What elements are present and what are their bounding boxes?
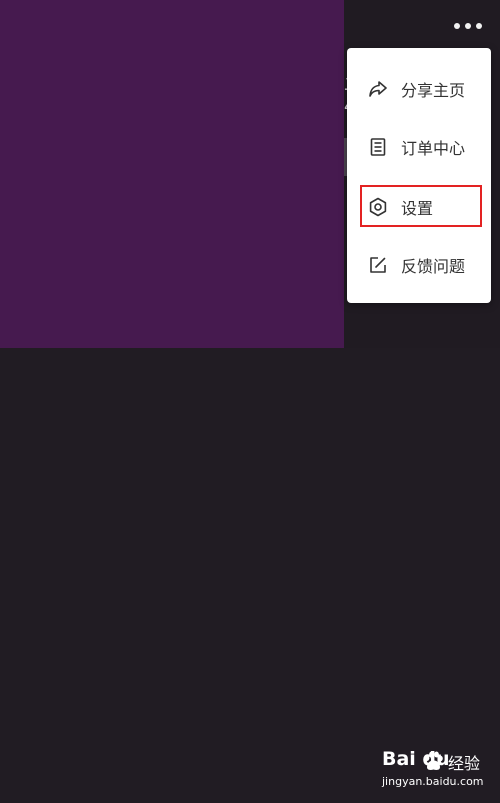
watermark-url: jingyan.baidu.com bbox=[382, 775, 484, 788]
order-icon bbox=[367, 136, 389, 158]
more-dot-icon bbox=[476, 23, 482, 29]
paw-icon bbox=[424, 751, 443, 770]
menu-item-label: 设置 bbox=[401, 199, 434, 218]
menu-item-orders[interactable]: 订单中心 bbox=[347, 118, 491, 176]
more-dot-icon bbox=[454, 23, 460, 29]
menu-item-share[interactable]: 分享主页 bbox=[347, 60, 491, 118]
menu-item-settings[interactable]: 设置 bbox=[347, 178, 491, 236]
menu-item-label: 订单中心 bbox=[401, 139, 466, 158]
settings-icon bbox=[367, 196, 389, 218]
more-dot-icon bbox=[465, 23, 471, 29]
menu-item-feedback[interactable]: 反馈问题 bbox=[347, 236, 491, 294]
watermark-jingyan-text: 经验 bbox=[448, 754, 481, 773]
menu-item-label: 分享主页 bbox=[401, 81, 466, 100]
baidu-jingyan-watermark: Bai du 经验 jingyan.baidu.com bbox=[382, 748, 494, 794]
purple-content-panel bbox=[0, 0, 344, 348]
share-icon bbox=[367, 78, 389, 100]
menu-item-label: 反馈问题 bbox=[401, 257, 466, 276]
dropdown-menu: 分享主页 订单中心 设置 反馈问题 bbox=[347, 48, 491, 303]
more-options-button[interactable] bbox=[446, 12, 490, 40]
feedback-icon bbox=[367, 254, 389, 276]
